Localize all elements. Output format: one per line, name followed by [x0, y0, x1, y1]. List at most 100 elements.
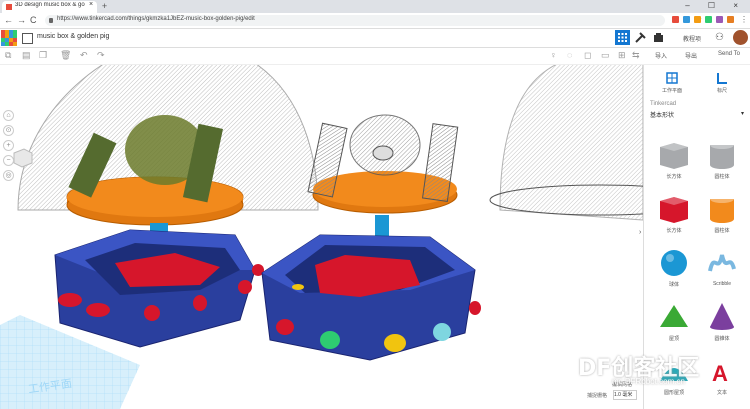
extension-icon[interactable] [705, 16, 712, 23]
right-pig-hatched[interactable] [349, 114, 421, 176]
scene-canvas[interactable] [0, 65, 643, 409]
right-dome[interactable] [499, 65, 643, 221]
fit-view-icon[interactable]: ⊙ [3, 125, 14, 136]
new-tab-button[interactable]: + [100, 2, 109, 11]
address-bar: ← → C https://www.tinkercad.com/things/g… [0, 13, 750, 29]
solid-icon[interactable]: ◻ [584, 51, 593, 60]
shape-label: 屋顶 [668, 336, 679, 342]
scribble-icon [708, 254, 736, 272]
import-button[interactable]: 导入 [655, 51, 667, 60]
peg [276, 319, 294, 335]
shape-item[interactable]: 圆柱体 [704, 137, 740, 180]
shape-item[interactable]: 圆柱体 [704, 191, 740, 234]
import-export-bar: 导入 导出 Send To [643, 48, 750, 65]
shape-label: 圆锥体 [714, 336, 730, 342]
shape-label: Scribble [712, 281, 732, 287]
url-field[interactable]: https://www.tinkercad.com/things/gkmzka1… [45, 15, 702, 26]
workplane-tool-label: 工作平面 [661, 88, 682, 94]
duplicate-icon[interactable]: ❐ [39, 51, 48, 60]
box-icon [660, 197, 688, 223]
back-icon[interactable]: ← [4, 15, 13, 25]
cone-icon [710, 303, 734, 330]
copy-icon[interactable]: ⧉ [5, 51, 14, 60]
menu-kebab-icon[interactable]: ⋮ [740, 16, 748, 24]
text-icon: A [712, 361, 728, 386]
shape-item[interactable]: Scribble [704, 245, 740, 287]
align-icon[interactable]: ⊞ [618, 51, 627, 60]
shape-icon[interactable]: ◌ [567, 51, 576, 60]
reload-icon[interactable]: C [30, 15, 37, 25]
shape-label: 圆柱体 [714, 174, 730, 180]
zoom-out-icon[interactable]: − [3, 155, 14, 166]
peg [193, 295, 207, 311]
export-button[interactable]: 导出 [685, 51, 697, 60]
library-select[interactable]: 基本形状 ▾ [650, 110, 744, 119]
view-cube[interactable] [10, 145, 34, 169]
forward-icon[interactable]: → [17, 15, 26, 25]
window-controls[interactable]: – ☐ × [685, 1, 746, 10]
home-view-icon[interactable]: ⌂ [3, 110, 14, 121]
url-text: https://www.tinkercad.com/things/gkmzka1… [57, 16, 255, 22]
extension-icon[interactable] [716, 16, 723, 23]
light-icon[interactable]: ♀ [550, 51, 559, 60]
shape-item[interactable]: A 文本 [704, 353, 740, 396]
peg [384, 334, 406, 352]
undo-icon[interactable]: ↶ [80, 51, 89, 60]
shape-item[interactable]: 长方体 [656, 191, 692, 234]
design-name[interactable]: music box & golden pig [37, 33, 109, 40]
user-icon[interactable]: ⚇ [715, 32, 724, 43]
cylinder-icon [710, 195, 734, 223]
peg [58, 293, 82, 307]
pig-snout [372, 145, 394, 161]
shape-label: 长方体 [666, 174, 682, 180]
tinkercad-favicon-icon [6, 4, 12, 10]
peg [469, 301, 481, 315]
send-to-button[interactable]: Send To [718, 51, 740, 57]
roof-icon [660, 305, 688, 327]
app-header: music box & golden pig 教程项 ⚇ [0, 29, 750, 48]
3d-viewport[interactable]: ⌂ ⊙ + − ◎ [0, 65, 643, 409]
hammer-icon[interactable] [633, 30, 648, 45]
workplane-icon [666, 72, 678, 84]
paste-icon[interactable]: ▤ [22, 51, 31, 60]
watermark-sub: mc.DFRobot.com.cn [612, 377, 685, 386]
zoom-in-icon[interactable]: + [3, 140, 14, 151]
view-mode-switcher [615, 30, 666, 45]
workplane-tool[interactable]: 工作平面 [658, 71, 686, 94]
browser-tab[interactable]: 3D design music box & golde × [2, 1, 97, 13]
design-grid-icon[interactable] [22, 33, 33, 44]
peg [320, 331, 340, 349]
shape-label: 球体 [668, 282, 679, 288]
shape-label: 圆柱体 [714, 228, 730, 234]
shape-item[interactable]: 圆锥体 [704, 299, 740, 342]
grid-view-icon[interactable] [615, 30, 630, 45]
group-icon[interactable]: ▭ [601, 51, 610, 60]
delete-icon[interactable]: 🗑 [60, 51, 71, 60]
tab-close-icon[interactable]: × [89, 1, 93, 8]
snap-grid-select[interactable]: 1.0 毫米 [613, 390, 637, 400]
edit-toolbar: ⧉ ▤ ❐ 🗑 ↶ ↷ ♀ ◌ ◻ ▭ ⊞ ⇆ [0, 48, 643, 65]
extension-icon[interactable] [727, 16, 734, 23]
shape-item[interactable]: 屋顶 [656, 299, 692, 342]
ruler-tool[interactable]: 标尺 [708, 71, 736, 94]
redo-icon[interactable]: ↷ [97, 51, 106, 60]
shape-item[interactable]: 球体 [656, 245, 692, 288]
cylinder-striped-icon [710, 141, 734, 169]
blocks-icon[interactable] [651, 30, 666, 45]
peg [292, 284, 304, 290]
avatar[interactable] [733, 30, 748, 45]
shape-item[interactable]: 长方体 [656, 137, 692, 180]
shape-label: 圆形屋顶 [663, 390, 684, 396]
header-tutorial-link[interactable]: 教程项 [683, 34, 701, 43]
lock-icon [49, 18, 53, 23]
tab-title: 3D design music box & golde [15, 2, 85, 8]
peg [238, 280, 252, 294]
sphere-icon [661, 250, 687, 276]
extension-icon[interactable] [694, 16, 701, 23]
mirror-icon[interactable]: ⇆ [632, 51, 641, 60]
shape-label: 长方体 [666, 228, 682, 234]
extension-icon[interactable] [683, 16, 690, 23]
extension-icon[interactable] [672, 16, 679, 23]
tinkercad-logo[interactable] [1, 30, 17, 46]
perspective-icon[interactable]: ◎ [3, 170, 14, 181]
